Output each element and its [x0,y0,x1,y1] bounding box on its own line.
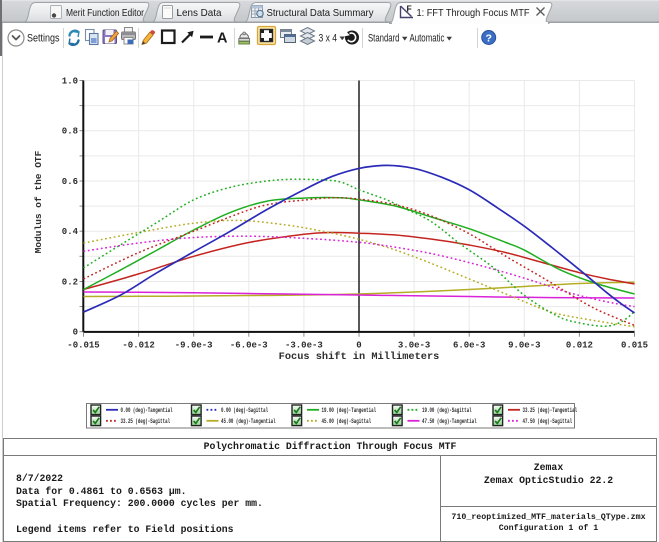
svg-text:45.00 (deg)-Sagittal: 45.00 (deg)-Sagittal [322,418,372,425]
svg-text:19.00 (deg)-Tangential: 19.00 (deg)-Tangential [322,407,377,414]
svg-text:33.25 (deg)-Tangential: 33.25 (deg)-Tangential [523,407,578,414]
svg-text:33.25 (deg)-Sagittal: 33.25 (deg)-Sagittal [121,418,171,425]
svg-text:0.00 (deg)-Tangential: 0.00 (deg)-Tangential [121,407,173,414]
svg-text:47.50 (deg)-Tangential: 47.50 (deg)-Tangential [422,418,477,425]
svg-text:45.00 (deg)-Tangential: 45.00 (deg)-Tangential [221,418,276,425]
svg-text:19.00 (deg)-Sagittal: 19.00 (deg)-Sagittal [422,407,472,414]
svg-text:0.00 (deg)-Sagittal: 0.00 (deg)-Sagittal [221,407,268,414]
svg-text:47.50 (deg)-Sagittal: 47.50 (deg)-Sagittal [523,418,573,425]
